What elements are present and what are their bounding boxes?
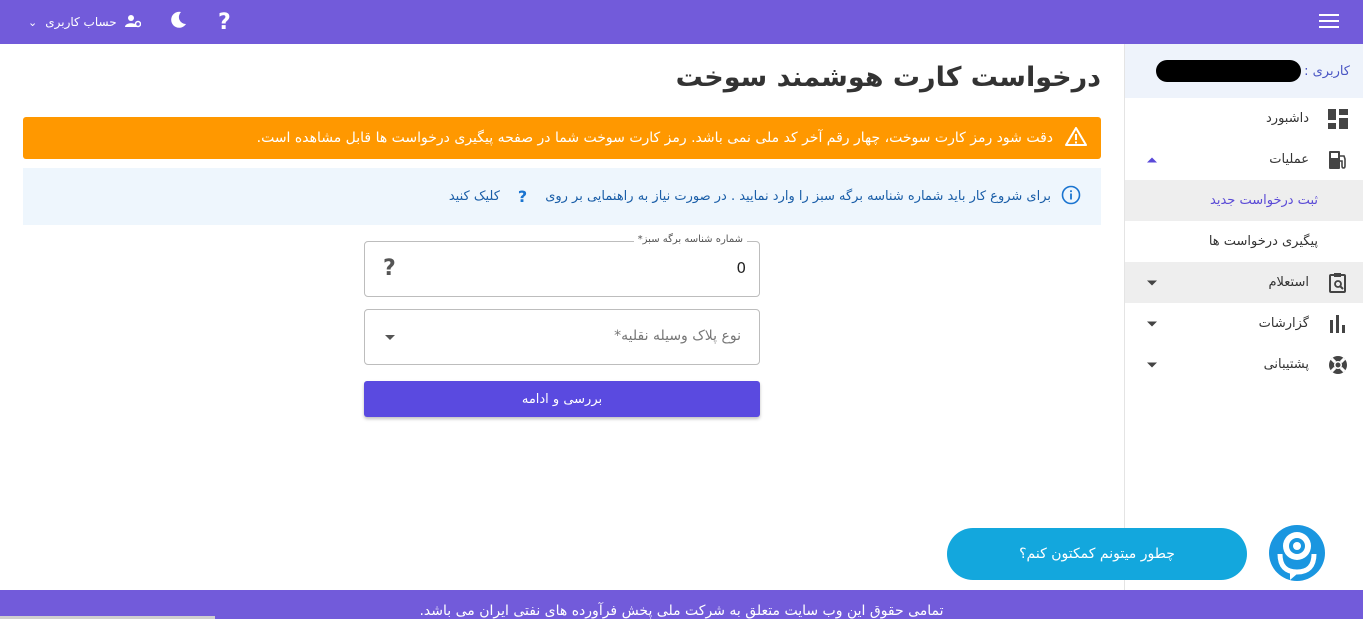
- chevron-down-icon: [1147, 280, 1157, 285]
- hamburger-icon: [1319, 13, 1339, 32]
- main-content: درخواست کارت هوشمند سوخت دقت شود رمز کار…: [0, 44, 1124, 590]
- info-text: برای شروع کار باید شماره شناسه برگه سبز …: [545, 189, 1051, 204]
- sidebar-user: کاربری :: [1125, 44, 1363, 98]
- chat-logo-icon: [1267, 523, 1327, 583]
- clipboard-search-icon: [1327, 272, 1349, 293]
- sidebar-item-label: پیگیری درخواست ها: [1208, 234, 1318, 249]
- dashboard-icon: [1327, 108, 1349, 129]
- warning-text: دقت شود رمز کارت سوخت، چهار رقم آخر کد م…: [256, 130, 1053, 146]
- chat-prompt-text: چطور میتونم کمکتون کنم؟: [1019, 546, 1175, 562]
- sidebar-item-inquiry[interactable]: استعلام: [1125, 262, 1363, 303]
- plate-type-select[interactable]: نوع پلاک وسیله نقلیه*: [364, 309, 760, 365]
- question-icon: ?: [218, 9, 231, 35]
- chevron-down-icon: [1147, 321, 1157, 326]
- dropdown-arrow-icon: [385, 335, 395, 340]
- question-icon[interactable]: ?: [383, 256, 396, 281]
- sidebar-subitem-track-requests[interactable]: پیگیری درخواست ها: [1125, 221, 1363, 262]
- top-bar: ⌄ حساب کاربری ?: [0, 0, 1363, 44]
- sidebar-item-operations[interactable]: عملیات: [1125, 139, 1363, 180]
- menu-toggle-button[interactable]: [1318, 0, 1340, 44]
- help-link[interactable]: کلیک کنید: [449, 189, 500, 204]
- footer: تمامی حقوق این وب سایت متعلق به شرکت ملی…: [0, 590, 1363, 619]
- sidebar: کاربری : داشبورد عملیات ثبت درخواست جدید…: [1124, 44, 1363, 590]
- chevron-down-icon: ⌄: [28, 15, 38, 29]
- sidebar-item-label: پشتیبانی: [1263, 357, 1309, 372]
- sidebar-item-reports[interactable]: گزارشات: [1125, 303, 1363, 344]
- moon-icon: [168, 10, 188, 34]
- page-title: درخواست کارت هوشمند سوخت: [675, 62, 1101, 93]
- dark-mode-toggle[interactable]: [168, 0, 188, 44]
- chat-prompt-bubble[interactable]: چطور میتونم کمکتون کنم؟: [947, 528, 1247, 580]
- fuel-pump-icon: [1327, 150, 1349, 170]
- help-button[interactable]: ?: [218, 0, 231, 44]
- sidebar-item-label: داشبورد: [1266, 111, 1309, 126]
- green-sheet-id-field[interactable]: شماره شناسه برگه سبز* 0 ?: [364, 234, 760, 297]
- warning-icon: [1065, 126, 1087, 150]
- sidebar-item-label: استعلام: [1268, 275, 1309, 290]
- sidebar-item-label: گزارشات: [1258, 316, 1309, 331]
- question-icon: ?: [517, 187, 528, 206]
- chevron-down-icon: [1147, 362, 1157, 367]
- chat-widget-button[interactable]: [1266, 522, 1328, 584]
- sidebar-item-label: عملیات: [1269, 152, 1309, 167]
- account-label: حساب کاربری: [45, 15, 117, 29]
- redacted-username: [1156, 60, 1301, 82]
- user-settings-icon: [124, 14, 141, 31]
- plate-type-placeholder: نوع پلاک وسیله نقلیه*: [614, 328, 741, 344]
- user-label: کاربری :: [1304, 63, 1350, 79]
- info-alert: برای شروع کار باید شماره شناسه برگه سبز …: [23, 168, 1101, 225]
- review-continue-button[interactable]: بررسی و ادامه: [364, 381, 760, 417]
- info-icon: [1061, 185, 1081, 209]
- user-account-menu[interactable]: ⌄ حساب کاربری: [28, 0, 141, 44]
- warning-alert: دقت شود رمز کارت سوخت، چهار رقم آخر کد م…: [23, 117, 1101, 159]
- bar-chart-icon: [1327, 314, 1349, 333]
- sidebar-item-support[interactable]: پشتیبانی: [1125, 344, 1363, 385]
- lifebuoy-icon: [1327, 355, 1349, 375]
- sidebar-subitem-new-request[interactable]: ثبت درخواست جدید: [1125, 180, 1363, 221]
- green-sheet-id-label: شماره شناسه برگه سبز*: [633, 234, 747, 245]
- chevron-up-icon: [1147, 157, 1157, 162]
- green-sheet-id-input[interactable]: 0: [736, 259, 746, 277]
- sidebar-item-dashboard[interactable]: داشبورد: [1125, 98, 1363, 139]
- sidebar-item-label: ثبت درخواست جدید: [1210, 193, 1318, 208]
